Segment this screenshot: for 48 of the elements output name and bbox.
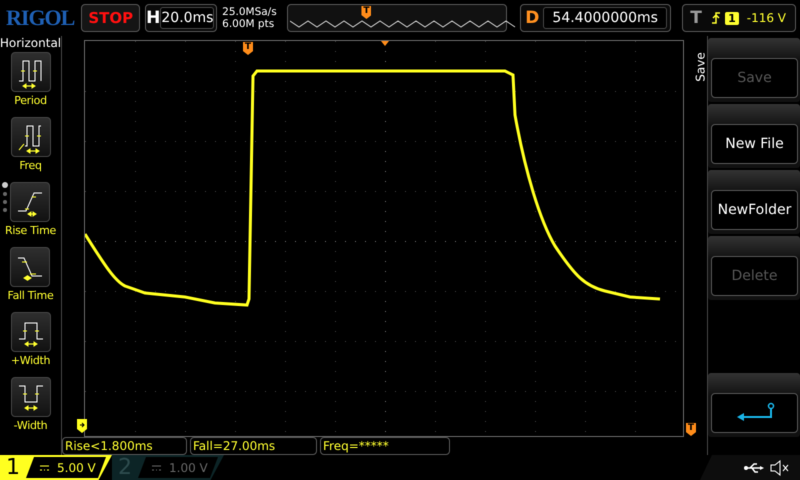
delay-readout[interactable]: D 54.4000000ms: [520, 4, 672, 32]
run-stop-status[interactable]: STOP: [81, 4, 140, 32]
measurement-readout: Freq=*****: [320, 437, 450, 455]
trigger-source: 1: [725, 12, 739, 24]
trigger-position-marker: T: [361, 6, 372, 19]
measure-button[interactable]: [10, 247, 50, 287]
return-arrow-icon: [734, 402, 774, 424]
dc-coupling-icon: [40, 464, 49, 470]
channel-scale: 1.00 V: [138, 457, 218, 478]
trigger-level: -116 V: [746, 11, 786, 25]
channel-number: 1: [6, 455, 21, 480]
timebase-readout[interactable]: H 20.0ms: [145, 4, 218, 32]
measure-label: +Width: [10, 354, 50, 367]
measure-label: Period: [14, 94, 47, 107]
measure-button[interactable]: [10, 182, 50, 222]
measure-label: -Width: [14, 419, 48, 432]
measure-button[interactable]: [10, 312, 50, 352]
channel-ground-marker-icon[interactable]: [77, 419, 87, 433]
trigger-readout[interactable]: T 1 -116 V: [682, 4, 796, 32]
softkey-button[interactable]: New File: [711, 124, 798, 164]
back-button[interactable]: [711, 393, 798, 433]
trigger-level-marker[interactable]: T: [686, 423, 696, 436]
measure-label: Rise Time: [5, 224, 56, 237]
center-marker-icon: [381, 41, 389, 46]
measure-label: Fall Time: [8, 289, 54, 302]
sample-rate: 25.0MSa/s: [222, 6, 278, 18]
memory-depth: 6.00M pts: [222, 18, 276, 30]
page-dot[interactable]: [2, 182, 8, 188]
page-dot[interactable]: [3, 208, 7, 212]
usb-icon: [744, 462, 764, 474]
measure-button[interactable]: [10, 117, 50, 157]
measurement-readout: Fall=27.00ms: [190, 437, 317, 455]
dc-coupling-icon: [152, 464, 161, 470]
channel-tab[interactable]: 1 5.00 V: [0, 455, 112, 480]
page-dot[interactable]: [3, 192, 7, 196]
page-dot[interactable]: [3, 200, 7, 204]
measurement-readout: Rise<1.800ms: [62, 437, 187, 455]
menu-title: Save: [694, 52, 708, 82]
trigger-position-marker[interactable]: T: [243, 42, 253, 55]
measure-label: Freq: [19, 159, 42, 172]
rising-edge-icon: [711, 11, 722, 25]
measure-button[interactable]: [10, 52, 50, 92]
softkey-button[interactable]: NewFolder: [711, 190, 798, 230]
brand-logo: RIGOL: [5, 5, 76, 31]
measure-button[interactable]: [10, 377, 50, 417]
menu-title: Horizontal: [0, 36, 62, 52]
speaker-muted-icon: [770, 460, 790, 476]
channel-scale: 5.00 V: [26, 457, 106, 478]
